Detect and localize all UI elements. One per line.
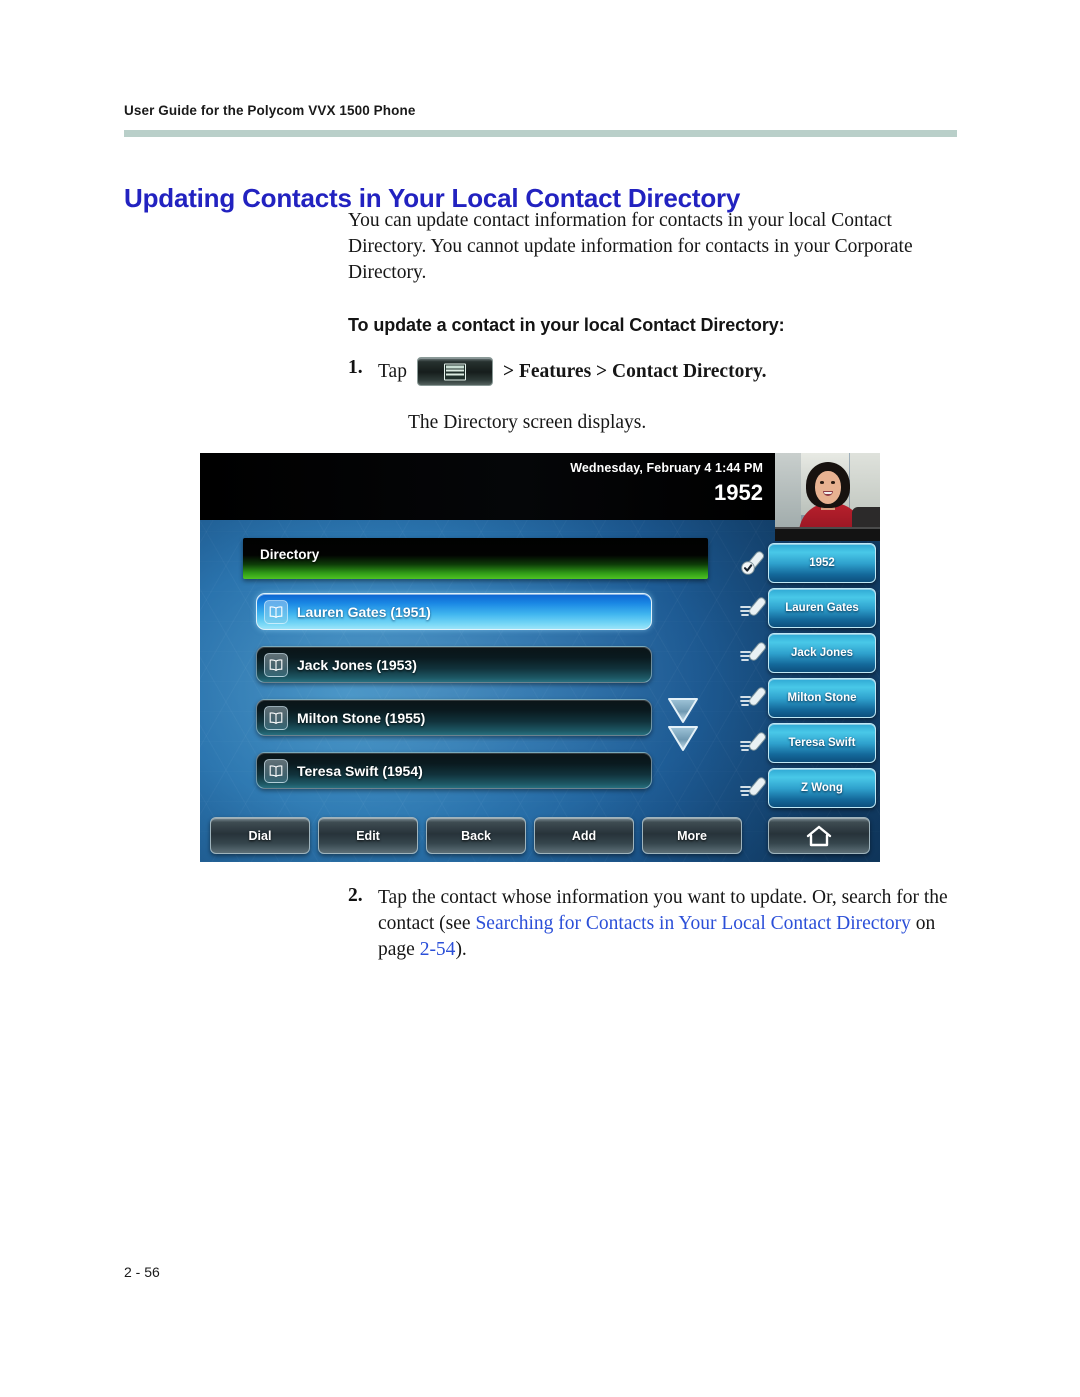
- step-2-number: 2.: [348, 885, 363, 906]
- line-key-label: Z Wong: [801, 782, 843, 794]
- handset-speeddial-icon: [740, 730, 770, 756]
- line-key-label: Jack Jones: [790, 647, 853, 659]
- contact-book-icon: [264, 705, 288, 730]
- video-person-face: [815, 471, 841, 504]
- handset-speeddial-icon: [740, 595, 770, 621]
- soft-key-label: Add: [571, 828, 597, 843]
- line-key-button[interactable]: Teresa Swift: [768, 723, 876, 763]
- contact-name: Milton Stone (1955): [297, 709, 426, 726]
- soft-key-back[interactable]: Back: [426, 817, 527, 854]
- line-key-label: Lauren Gates: [785, 602, 859, 614]
- directory-title-label: Directory: [260, 547, 320, 562]
- line-key-button[interactable]: Lauren Gates: [768, 588, 876, 628]
- line-key-label: Teresa Swift: [788, 737, 856, 749]
- intro-paragraph: You can update contact information for c…: [348, 210, 913, 283]
- soft-key-label: Edit: [356, 828, 380, 843]
- contact-book-icon: [264, 758, 288, 783]
- video-person-teeth: [824, 491, 832, 494]
- line-key-list: 1952 Lauren Gates Jack Jones Milton Ston…: [740, 543, 876, 813]
- scroll-indicators: [666, 696, 706, 752]
- line-key[interactable]: Teresa Swift: [740, 723, 876, 763]
- header-rule: [124, 130, 957, 137]
- line-key-button[interactable]: Milton Stone: [768, 678, 876, 718]
- contact-row[interactable]: Jack Jones (1953): [256, 646, 652, 683]
- page-footer: 2 - 56: [124, 1264, 160, 1280]
- soft-key-dial[interactable]: Dial: [210, 817, 311, 854]
- step-1-tap-label: Tap: [378, 360, 407, 382]
- line-key[interactable]: Milton Stone: [740, 678, 876, 718]
- video-bg-monitor: [775, 527, 880, 541]
- video-person-eye-left: [820, 481, 824, 484]
- contact-book-icon: [264, 599, 288, 624]
- contact-list: Lauren Gates (1951) Jack Jones (1953) Mi…: [256, 593, 652, 805]
- step-1-instruction-line: Tap > Features > Contact Directory.: [378, 357, 767, 386]
- intro-paragraph-wrap: You can update contact information for c…: [348, 208, 963, 286]
- line-key[interactable]: 1952: [740, 543, 876, 583]
- contact-name: Lauren Gates (1951): [297, 603, 431, 620]
- line-key-button[interactable]: 1952: [768, 543, 876, 583]
- line-key[interactable]: Z Wong: [740, 768, 876, 808]
- scroll-down-icon[interactable]: [666, 724, 706, 752]
- soft-key-label: More: [677, 828, 707, 843]
- video-person-eye-right: [831, 481, 835, 484]
- handset-registered-icon: [740, 550, 770, 576]
- contact-row[interactable]: Milton Stone (1955): [256, 699, 652, 736]
- step-1-result: The Directory screen displays.: [408, 412, 647, 433]
- step-2-text-after: ).: [455, 939, 467, 960]
- directory-title-bar: Directory: [243, 538, 708, 579]
- step-1: 1. Tap > Features > Contact Directory.: [348, 357, 968, 386]
- contact-name: Jack Jones (1953): [297, 656, 417, 673]
- status-bar: Wednesday, February 4 1:44 PM 1952: [200, 453, 775, 520]
- step-1-path: > Features > Contact Directory.: [502, 360, 767, 382]
- page-down-icon[interactable]: [666, 696, 706, 724]
- handset-speeddial-icon: [740, 685, 770, 711]
- handset-speeddial-icon: [740, 775, 770, 801]
- menu-window-icon[interactable]: [416, 357, 493, 386]
- contact-name: Teresa Swift (1954): [297, 762, 423, 779]
- contact-row[interactable]: Teresa Swift (1954): [256, 752, 652, 789]
- line-key-label: 1952: [809, 557, 835, 569]
- soft-key-bar: Dial Edit Back Add More: [210, 817, 870, 854]
- line-key-button[interactable]: Z Wong: [768, 768, 876, 808]
- soft-key-more[interactable]: More: [642, 817, 743, 854]
- contact-book-icon: [264, 652, 288, 677]
- home-icon: [805, 824, 833, 848]
- soft-key-edit[interactable]: Edit: [318, 817, 419, 854]
- line-key-label: Milton Stone: [787, 692, 857, 704]
- menu-window-glyph: [443, 363, 466, 380]
- video-self-view[interactable]: [775, 453, 880, 541]
- running-header: User Guide for the Polycom VVX 1500 Phon…: [124, 103, 416, 118]
- cross-reference-page-link[interactable]: 2-54: [420, 939, 456, 960]
- step-2-body: Tap the contact whose information you wa…: [378, 885, 973, 963]
- procedure-subheading: To update a contact in your local Contac…: [348, 315, 785, 335]
- step-1-body: Tap > Features > Contact Directory.: [378, 357, 767, 386]
- soft-key-label: Dial: [248, 828, 272, 843]
- phone-screen-figure: Wednesday, February 4 1:44 PM 1952 Direc…: [200, 453, 880, 862]
- status-date-time: Wednesday, February 4 1:44 PM: [570, 461, 763, 475]
- status-extension: 1952: [714, 480, 763, 505]
- soft-key-label: Back: [461, 828, 491, 843]
- handset-speeddial-icon: [740, 640, 770, 666]
- home-key[interactable]: [768, 817, 870, 854]
- contact-row[interactable]: Lauren Gates (1951): [256, 593, 652, 630]
- step-2: 2. Tap the contact whose information you…: [348, 885, 973, 963]
- cross-reference-link[interactable]: Searching for Contacts in Your Local Con…: [475, 913, 910, 934]
- line-key[interactable]: Jack Jones: [740, 633, 876, 673]
- line-key-button[interactable]: Jack Jones: [768, 633, 876, 673]
- line-key[interactable]: Lauren Gates: [740, 588, 876, 628]
- step-1-number: 1.: [348, 357, 363, 378]
- soft-key-add[interactable]: Add: [534, 817, 635, 854]
